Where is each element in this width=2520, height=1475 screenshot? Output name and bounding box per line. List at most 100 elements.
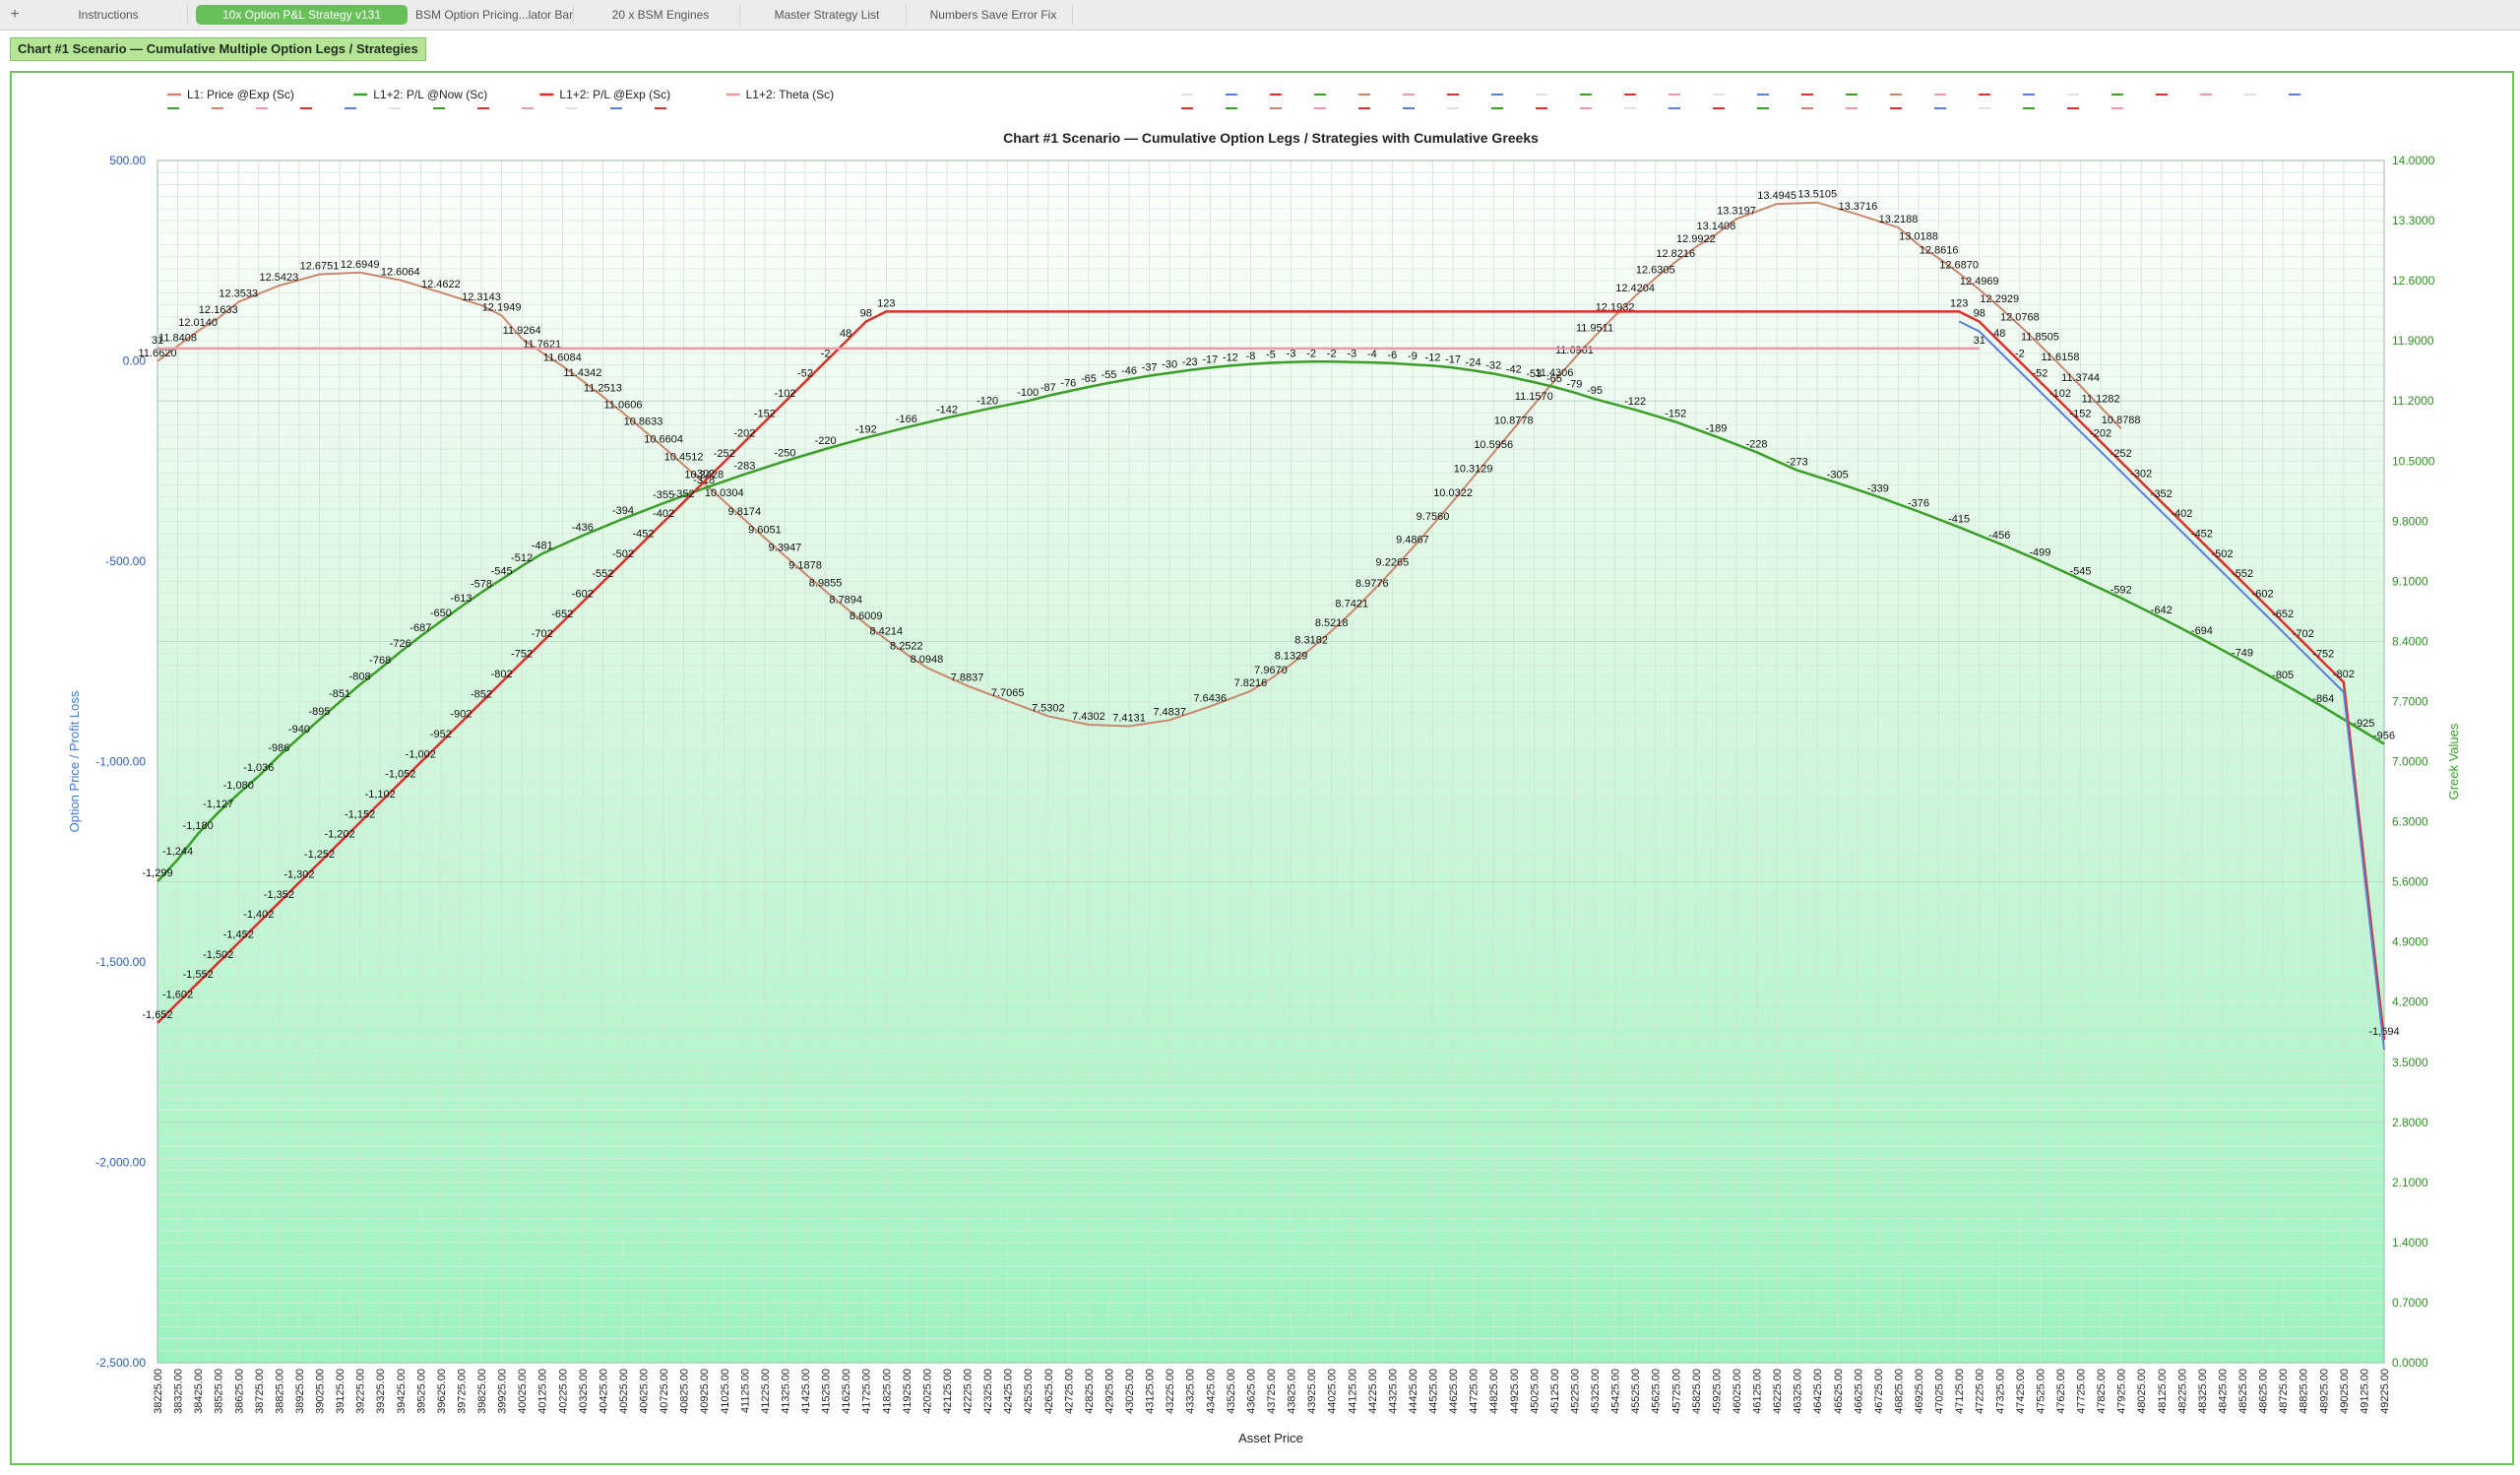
x-tick-label: 48325.00 — [2197, 1369, 2209, 1414]
data-label: -1,202 — [324, 829, 354, 841]
x-tick-label: 48925.00 — [2318, 1369, 2330, 1414]
x-tick-label: 44025.00 — [1327, 1369, 1339, 1414]
x-tick-label: 39625.00 — [436, 1369, 448, 1414]
x-tick-label: 40325.00 — [578, 1369, 590, 1414]
data-label: 7.8216 — [1234, 677, 1268, 689]
y2-tick-label: 4.9000 — [2392, 935, 2428, 949]
y2-tick-label: 2.1000 — [2392, 1176, 2428, 1189]
data-label: -32 — [1485, 360, 1501, 372]
x-tick-label: 38625.00 — [233, 1369, 245, 1414]
x-tick-label: 43125.00 — [1145, 1369, 1157, 1414]
x-tick-label: 47325.00 — [1994, 1369, 2006, 1414]
data-label: -352 — [2151, 488, 2173, 500]
data-label: -436 — [572, 522, 594, 534]
x-tick-label: 48825.00 — [2299, 1369, 2310, 1414]
data-label: -273 — [1787, 457, 1808, 469]
data-label: -52 — [797, 368, 813, 380]
x-tick-label: 40225.00 — [557, 1369, 569, 1414]
data-label: -552 — [592, 568, 613, 580]
data-label: 123 — [877, 297, 895, 309]
x-tick-label: 45625.00 — [1651, 1369, 1663, 1414]
data-label: -512 — [511, 552, 533, 564]
data-label: 9.1878 — [788, 560, 822, 572]
data-label: -65 — [1081, 373, 1097, 385]
x-tick-label: 49025.00 — [2339, 1369, 2351, 1414]
data-label: 11.4342 — [563, 367, 601, 379]
x-tick-label: 41525.00 — [821, 1369, 833, 1414]
x-tick-label: 46125.00 — [1752, 1369, 1764, 1414]
data-label: -1,352 — [264, 889, 294, 901]
data-label: -3 — [1287, 349, 1296, 360]
x-tick-label: 39725.00 — [456, 1369, 468, 1414]
x-tick-label: 42625.00 — [1043, 1369, 1055, 1414]
data-label: -652 — [2272, 609, 2294, 620]
data-label: -220 — [815, 435, 837, 447]
data-label: 31 — [152, 335, 163, 347]
x-tick-label: 46025.00 — [1732, 1369, 1743, 1414]
data-label: 12.6949 — [341, 259, 380, 271]
x-tick-label: 45225.00 — [1569, 1369, 1581, 1414]
x-tick-label: 38825.00 — [274, 1369, 285, 1414]
data-label: -166 — [896, 414, 917, 425]
y-tick-label: -1,000.00 — [95, 755, 146, 769]
data-label: 12.1949 — [482, 301, 522, 313]
data-label: -1,052 — [385, 769, 415, 781]
x-tick-label: 45725.00 — [1670, 1369, 1682, 1414]
data-label: -452 — [633, 528, 655, 540]
data-label: -46 — [1121, 365, 1137, 377]
data-label: -37 — [1142, 362, 1158, 374]
data-label: -355 — [653, 489, 674, 501]
x-tick-label: 43925.00 — [1306, 1369, 1318, 1414]
data-label: -102 — [774, 388, 795, 400]
x-tick-label: 48725.00 — [2278, 1369, 2290, 1414]
data-label: 12.0140 — [178, 317, 218, 329]
y2-tick-label: 3.5000 — [2392, 1056, 2428, 1069]
data-label: -192 — [855, 424, 877, 436]
data-label: 11.9264 — [503, 325, 541, 337]
data-label: 10.3129 — [1454, 464, 1493, 476]
data-label: 9.4867 — [1396, 535, 1429, 546]
data-label: 10.8633 — [624, 417, 663, 428]
data-label: -1,652 — [142, 1009, 172, 1021]
x-tick-label: 40925.00 — [699, 1369, 711, 1414]
data-label: 9.8174 — [728, 506, 762, 518]
x-tick-label: 44925.00 — [1509, 1369, 1521, 1414]
x-tick-label: 40825.00 — [679, 1369, 691, 1414]
data-label: 8.3182 — [1294, 635, 1328, 647]
x-tick-label: 48125.00 — [2157, 1369, 2169, 1414]
x-tick-label: 49125.00 — [2359, 1369, 2370, 1414]
data-label: -302 — [2130, 468, 2152, 480]
data-label: 13.5105 — [1797, 189, 1837, 201]
data-label: 12.8216 — [1656, 248, 1695, 260]
x-tick-label: 44725.00 — [1469, 1369, 1480, 1414]
data-label: -120 — [976, 395, 998, 407]
data-label: -76 — [1060, 377, 1076, 389]
x-tick-label: 46325.00 — [1793, 1369, 1804, 1414]
x-tick-label: 43425.00 — [1205, 1369, 1217, 1414]
data-label: -252 — [714, 448, 735, 460]
y-tick-label: -1,500.00 — [95, 955, 146, 969]
y2-tick-label: 12.6000 — [2392, 274, 2435, 288]
data-label: -1,452 — [223, 929, 254, 940]
data-label: 11.6961 — [1555, 345, 1594, 356]
x-tick-label: 40125.00 — [537, 1369, 549, 1414]
data-label: 10.0304 — [705, 487, 744, 499]
x-tick-label: 40625.00 — [639, 1369, 651, 1414]
data-label: 8.4214 — [869, 626, 903, 638]
y2-tick-label: 2.8000 — [2392, 1116, 2428, 1129]
data-label: 11.6158 — [2042, 352, 2080, 363]
data-label: -402 — [653, 508, 674, 520]
y2-tick-label: 7.7000 — [2392, 694, 2428, 708]
chart-area[interactable]: Chart #1 Scenario — Cumulative Option Le… — [0, 0, 2520, 1475]
y2-tick-label: 13.3000 — [2392, 214, 2435, 227]
data-label: -8 — [1246, 351, 1256, 362]
x-tick-label: 42425.00 — [1003, 1369, 1015, 1414]
data-label: -456 — [1988, 530, 2010, 542]
x-tick-label: 47625.00 — [2055, 1369, 2067, 1414]
x-tick-label: 43625.00 — [1245, 1369, 1257, 1414]
data-label: -602 — [572, 589, 594, 601]
data-label: -1,402 — [243, 909, 274, 921]
data-label: -925 — [2353, 718, 2374, 730]
data-label: -228 — [1746, 438, 1768, 450]
y2-tick-label: 7.0000 — [2392, 755, 2428, 769]
